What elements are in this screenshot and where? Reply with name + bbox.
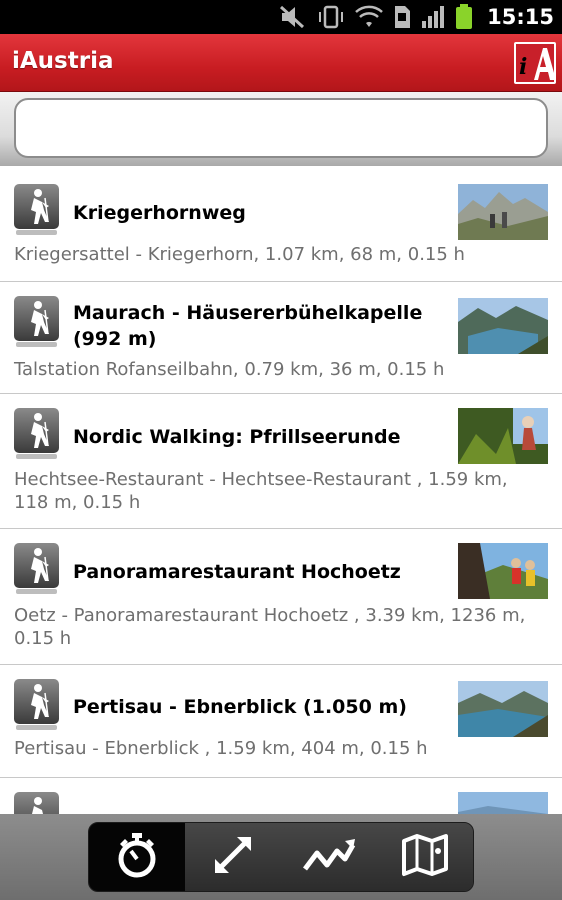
search-bar — [0, 92, 562, 166]
list-item[interactable]: Panoramarestaurant Hochoetz Oetz - Panor… — [0, 529, 562, 665]
map-icon — [400, 831, 450, 883]
route-details: Hechtsee-Restaurant - Hechtsee-Restauran… — [14, 469, 508, 513]
list-item[interactable]: Pertisau - Ebnerblick (1.050 m) Pertisau… — [0, 665, 562, 778]
route-title: Panoramarestaurant Hochoetz — [73, 561, 401, 583]
status-time: 15:15 — [487, 5, 554, 29]
tab-map[interactable] — [377, 823, 473, 891]
tab-elevation[interactable] — [281, 823, 377, 891]
vibrate-icon — [317, 5, 345, 29]
route-title: Pertisau - Ebnerblick (1.050 m) — [73, 696, 407, 718]
app-logo: i — [514, 42, 556, 84]
route-details: Talstation Rofanseilbahn, 0.79 km, 36 m,… — [14, 359, 445, 380]
status-bar: 15:15 — [0, 0, 562, 34]
list-item[interactable]: Maurach - Häusererbühelkapelle (992 m) T… — [0, 282, 562, 394]
battery-icon — [455, 4, 473, 30]
svg-text:i: i — [519, 54, 527, 80]
status-icons: 15:15 — [279, 0, 554, 34]
hiking-icon — [14, 184, 59, 236]
distance-arrow-icon — [209, 831, 257, 883]
search-input[interactable] — [14, 98, 548, 158]
route-thumbnail — [458, 543, 548, 599]
elevation-chart-icon — [301, 831, 357, 883]
app-title: iAustria — [12, 48, 114, 74]
hiking-icon — [14, 543, 59, 595]
hiking-icon — [14, 679, 59, 731]
tab-stopwatch[interactable] — [89, 823, 185, 891]
route-title: Maurach - Häusererbühelkapelle (992 m) — [73, 302, 423, 350]
wifi-icon — [355, 5, 383, 29]
bottom-tab-bar — [0, 814, 562, 900]
route-thumbnail — [458, 408, 548, 464]
route-title: Nordic Walking: Pfrillseerunde — [73, 426, 401, 448]
stopwatch-icon — [113, 831, 161, 883]
route-thumbnail — [458, 681, 548, 737]
route-thumbnail — [458, 184, 548, 240]
mute-icon — [279, 5, 307, 29]
app-header: iAustria i — [0, 34, 562, 92]
tab-group — [88, 822, 474, 892]
list-item[interactable]: Nordic Walking: Pfrillseerunde Hechtsee-… — [0, 394, 562, 529]
route-details: Pertisau - Ebnerblick , 1.59 km, 404 m, … — [14, 738, 428, 759]
list-item[interactable]: Kriegerhornweg Kriegersattel - Kriegerho… — [0, 168, 562, 282]
signal-icon — [421, 5, 445, 29]
hiking-icon — [14, 296, 59, 348]
tab-distance[interactable] — [185, 823, 281, 891]
hiking-icon — [14, 408, 59, 460]
route-thumbnail — [458, 298, 548, 354]
sd-card-icon — [393, 5, 411, 29]
route-title: Kriegerhornweg — [73, 202, 246, 224]
route-details: Oetz - Panoramarestaurant Hochoetz , 3.3… — [14, 605, 526, 649]
route-details: Kriegersattel - Kriegerhorn, 1.07 km, 68… — [14, 244, 465, 265]
route-list: Kriegerhornweg Kriegersattel - Kriegerho… — [0, 168, 562, 848]
